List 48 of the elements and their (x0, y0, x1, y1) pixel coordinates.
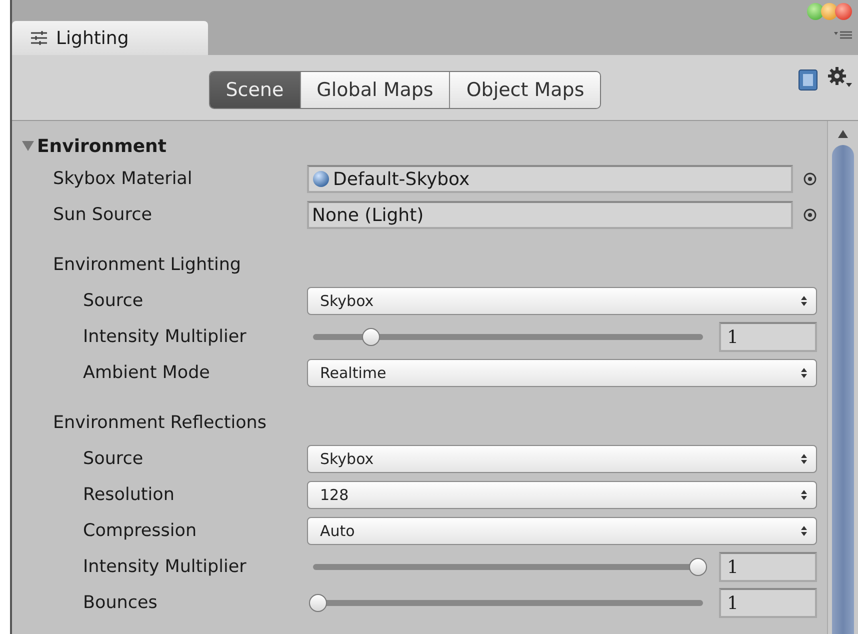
number-field[interactable]: 1 (719, 552, 817, 582)
scroll-up-icon[interactable] (837, 129, 849, 139)
window-tab[interactable]: Lighting (12, 21, 208, 55)
dropdown[interactable]: Skybox (307, 445, 817, 473)
slider-thumb[interactable] (362, 328, 380, 346)
zoom-light[interactable] (807, 3, 824, 20)
updown-arrow-icon (800, 295, 808, 307)
updown-arrow-icon (800, 367, 808, 379)
field-label: Bounces (83, 593, 158, 613)
help-book-icon[interactable] (798, 69, 818, 91)
field-label: Source (83, 449, 144, 469)
scrollbar-thumb[interactable] (832, 145, 854, 634)
field-label: Intensity Multiplier (83, 557, 246, 577)
dropdown[interactable]: Realtime (307, 359, 817, 387)
expand-triangle-icon[interactable] (22, 141, 34, 151)
group-title: Environment Lighting (53, 255, 242, 275)
field-label: Skybox Material (53, 169, 192, 189)
dropdown[interactable]: Auto (307, 517, 817, 545)
group-title: Environment Reflections (53, 413, 266, 433)
object-picker-icon[interactable] (803, 208, 817, 222)
number-field[interactable]: 1 (719, 322, 817, 352)
object-field[interactable]: None (Light) (307, 201, 793, 229)
tab[interactable]: Scene (210, 72, 300, 108)
updown-arrow-icon (800, 453, 808, 465)
dropdown[interactable]: 128 (307, 481, 817, 509)
close-light[interactable] (835, 3, 852, 20)
minimize-light[interactable] (821, 3, 838, 20)
slider-thumb[interactable] (309, 594, 327, 612)
number-field[interactable]: 1 (719, 588, 817, 618)
sliders-icon (30, 30, 48, 46)
dropdown[interactable]: Skybox (307, 287, 817, 315)
field-label: Resolution (83, 485, 174, 505)
field-label: Sun Source (53, 205, 152, 225)
section-title: Environment (37, 136, 166, 156)
field-label: Intensity Multiplier (83, 327, 246, 347)
updown-arrow-icon (800, 525, 808, 537)
slider-thumb[interactable] (689, 558, 707, 576)
tab[interactable]: Object Maps (449, 72, 600, 108)
updown-arrow-icon (800, 489, 808, 501)
field-label: Source (83, 291, 144, 311)
field-label: Compression (83, 521, 197, 541)
menu-icon[interactable] (834, 30, 852, 40)
settings-icon[interactable] (828, 67, 852, 89)
object-field[interactable]: Default-Skybox (307, 165, 793, 193)
field-label: Ambient Mode (83, 363, 210, 383)
tab[interactable]: Global Maps (300, 72, 450, 108)
object-picker-icon[interactable] (803, 172, 817, 186)
sphere-icon (312, 170, 330, 188)
